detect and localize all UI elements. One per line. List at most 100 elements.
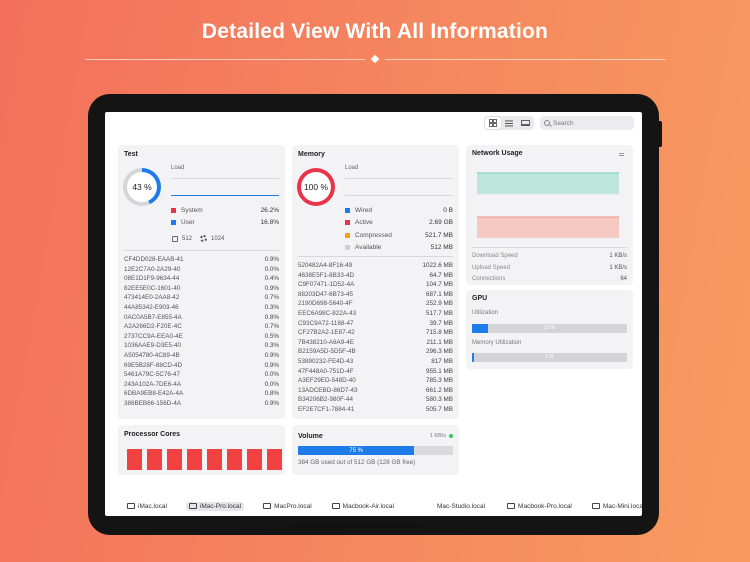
process-name: A3EF29ED-548D-40 [298,377,356,385]
volume-speed-value: 1 KB/s [429,433,446,439]
core-bar [167,449,182,470]
monitor-icon[interactable] [517,117,533,129]
process-name: 4638E5F1-8B33-4D [298,271,355,279]
process-value: 0.8% [264,313,279,321]
process-value: 0.4% [264,275,279,283]
process-name: 7B438210-A6A9-4E [298,338,355,346]
process-value: 0.8% [264,390,279,398]
list-item[interactable]: 69E5B28F-88CD-4D 0.9% [124,361,279,371]
process-value: 0.0% [264,265,279,273]
list-item[interactable]: 1036AAE9-D3E5-40 0.3% [124,341,279,351]
list-item[interactable]: B34206B2-980F-44 580.3 MB [298,395,453,405]
process-name: 69E5B28F-88CD-4D [124,361,183,369]
host-tab[interactable]: Macbook-Air.local [329,502,397,511]
collapse-icon[interactable] [619,153,624,156]
list-item[interactable]: 386BEB66-156D-4A 0.9% [124,399,279,409]
list-item[interactable]: EF2E7CF1-7884-41 505.7 MB [298,405,453,415]
process-value: 687.1 MB [426,290,453,298]
host-tab[interactable]: Macbook-Pro.local [504,502,575,511]
host-tab[interactable]: Mac-Mini.local [589,502,642,511]
volume-bar: 75 % [298,446,453,455]
process-name: CF4DD028-EAAB-41 [124,256,184,263]
process-value: 0.9% [264,284,279,292]
list-item[interactable]: 2190D698-5640-4F 252.9 MB [298,299,453,309]
list-item[interactable]: 243A102A-7DE6-4A 0.0% [124,380,279,390]
process-name: CF27B2A2-1E87-42 [298,329,355,337]
list-item[interactable]: 0AC0A5B7-E855-4A 0.8% [124,313,279,323]
decor-line-left [85,59,365,60]
core-bar [147,449,162,470]
list-item[interactable]: A5054780-4C89-4B 0.9% [124,351,279,361]
memory-process-list[interactable]: 520482A4-8F16-49 1022.6 MB 4638E5F1-8B33-4… [298,261,453,415]
process-name: 82EE5E0C-1601-40 [124,284,181,292]
process-value: 64.7 MB [429,271,453,279]
list-item[interactable]: 47F448A0-751D-4F 955.1 MB [298,367,453,377]
list-item[interactable]: EEC6A98C-822A-43 517.7 MB [298,309,453,319]
grid-icon[interactable] [485,117,501,129]
host-tab[interactable]: Mac-Studio.local [423,502,488,511]
host-tab[interactable]: iMac-Pro.local [185,501,245,511]
process-value: 0.5% [264,332,279,340]
gpu-panel-title: GPU [472,295,488,302]
process-value: 39.7 MB [429,319,453,327]
legend-value: 16.8% [260,219,279,227]
process-name: C9F07471-1D52-4A [298,281,355,289]
memory-legend-row: Compressed 521.7 MB [345,229,453,242]
list-item[interactable]: A2A266D2-F20E-4C 0.7% [124,322,279,332]
gpu-panel: GPU Utilization 10 % Memory Utilization … [466,290,633,369]
host-label: iMac-Pro.local [199,502,242,510]
list-item[interactable]: CF4DD028-EAAB-41 0.9% [124,255,279,265]
process-name: 520482A4-8F16-49 [298,262,353,269]
list-item[interactable]: 12E2C7A0-2A29-40 0.0% [124,265,279,275]
list-item[interactable]: 88203D47-6B73-45 687.1 MB [298,290,453,300]
search-input[interactable] [553,119,633,127]
legend-swatch [345,220,350,226]
process-name: 08E1D1F9-9634-44 [124,275,180,283]
list-item[interactable]: 4638E5F1-8B33-4D 64.7 MB [298,271,453,281]
volume-speed: 1 KB/s [430,433,453,439]
list-item[interactable]: 5461A79C-5C76-47 0.0% [124,370,279,380]
list-item[interactable]: A3EF29ED-548D-40 785.3 MB [298,376,453,386]
process-name: 12E2C7A0-2A29-40 [124,265,181,273]
core-bar [247,449,262,470]
list-item[interactable]: B2159A5D-5D5F-4B 296.3 MB [298,347,453,357]
host-label: Mac-Mini.local [602,502,642,510]
legend-swatch [171,220,176,226]
legend-value: 2.69 GB [429,219,453,227]
process-value: 0.3% [264,303,279,311]
list-item[interactable]: 82EE5E0C-1601-40 0.9% [124,284,279,294]
cpu-process-list[interactable]: CF4DD028-EAAB-41 0.9% 12E2C7A0-2A29-40 0.0%… [124,255,279,413]
gpu-utilization-percent: 10 % [543,325,556,331]
legend-value: 512 MB [430,244,453,252]
host-tab[interactable]: MacPro.local [260,502,315,511]
list-item[interactable]: 7B438210-A6A9-4E 211.1 MB [298,338,453,348]
list-item[interactable]: C93C9A72-1168-47 39.7 MB [298,319,453,329]
laptop-icon [507,503,516,509]
list-item[interactable]: C9F07471-1D52-4A 104.7 MB [298,280,453,290]
legend-label: User [181,219,195,227]
list-item[interactable]: 53890232-FE4D-43 817 MB [298,357,453,367]
macpro-icon [263,503,272,509]
process-name: 13ADCEBD-86D7-43 [298,386,358,394]
imac-icon [188,503,197,509]
list-item[interactable]: 473414E0-2AA8-42 0.7% [124,293,279,303]
memory-legend: Wired 0 B Active 2.69 GB Compressed 521.7 MB A… [345,204,453,254]
host-tab[interactable]: iMac.local [124,502,170,511]
process-name: C93C9A72-1168-47 [298,319,354,327]
gpu-utilization-bar: 10 % [472,324,627,333]
core-bars [127,449,282,470]
cpu-memory-label: 512 [182,235,193,242]
cpu-cores-label: 1024 [211,235,225,242]
list-icon[interactable] [501,117,517,129]
process-value: 211.1 MB [426,338,454,346]
list-item[interactable]: 520482A4-8F16-49 1022.6 MB [298,261,453,271]
list-item[interactable]: CF27B2A2-1E87-42 715.8 MB [298,328,453,338]
list-item[interactable]: 08E1D1F9-9634-44 0.4% [124,274,279,284]
network-stat-row: Upload Speed 1 KB/s [472,265,627,271]
list-item[interactable]: 2737CC9A-EEA0-4E 0.5% [124,332,279,342]
list-item[interactable]: 13ADCEBD-86D7-43 661.2 MB [298,386,453,396]
list-item[interactable]: 6DBA9EB8-E42A-4A 0.8% [124,389,279,399]
list-item[interactable]: 44A85342-E903-46 0.3% [124,303,279,313]
search-icon [544,120,550,126]
search-box[interactable] [540,116,634,130]
